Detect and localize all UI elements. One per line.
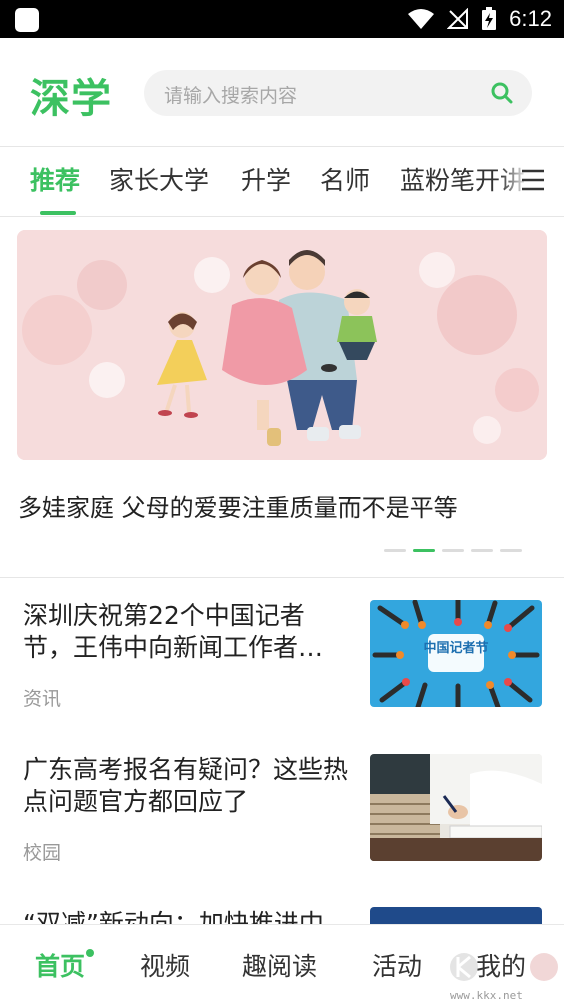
news-category: 资讯 (23, 688, 62, 710)
news-item[interactable]: 广东高考报名有疑问？这些热点问题官方都回应了 校园 (0, 754, 564, 894)
clock: 6:12 (509, 6, 552, 31)
tab-recommend[interactable]: 推荐 (30, 161, 80, 197)
news-item[interactable]: “双减”新动向：加快推进中 (0, 905, 564, 924)
journalist-day-image: 中国记者节 (370, 600, 542, 707)
app-logo: 深学 (30, 76, 112, 122)
app-header: 深学 请输入搜索内容 (0, 38, 564, 146)
search-icon[interactable] (490, 81, 514, 105)
carousel-dot-active (413, 549, 435, 552)
news-title[interactable]: 深圳庆祝第22个中国记者节，王伟中向新闻工作者… (23, 600, 348, 664)
banner-image[interactable] (17, 230, 547, 460)
thumb-caption: 中国记者节 (423, 640, 488, 656)
status-icons: 6:12 (407, 0, 552, 38)
carousel-dot (471, 549, 493, 552)
nav-video[interactable]: 视频 (140, 947, 190, 983)
nav-activities[interactable]: 活动 (372, 947, 422, 983)
carousel-indicator (384, 549, 522, 552)
wifi-icon (408, 9, 435, 29)
watermark-url: www.kkx.net (450, 989, 523, 1002)
active-tab-indicator (40, 211, 76, 215)
news-title[interactable]: 广东高考报名有疑问？这些热点问题官方都回应了 (23, 754, 348, 818)
no-signal-icon (447, 8, 469, 29)
student-writing-image (370, 754, 542, 861)
carousel-dot (500, 549, 522, 552)
search-bar[interactable]: 请输入搜索内容 (144, 70, 532, 116)
status-bar: 6:12 (0, 0, 564, 38)
news-title[interactable]: “双减”新动向：加快推进中 (23, 908, 348, 924)
notification-dot (86, 949, 94, 957)
news-thumbnail[interactable]: 中国记者节 (370, 600, 542, 707)
nav-home[interactable]: 首页 (35, 947, 85, 983)
carousel-dot (384, 549, 406, 552)
carousel-dot (442, 549, 464, 552)
category-tabs: 推荐 家长大学 升学 名师 蓝粉笔开讲 (0, 147, 564, 217)
tabs-divider (0, 216, 564, 217)
menu-icon[interactable] (520, 167, 546, 193)
battery-charging-icon (482, 7, 497, 30)
bottom-navigation: 首页 视频 趣阅读 活动 我的 www.kkx.net (0, 924, 564, 1002)
news-thumbnail[interactable] (370, 907, 542, 924)
tab-famous-teacher[interactable]: 名师 (320, 161, 370, 197)
news-item[interactable]: 深圳庆祝第22个中国记者节，王伟中向新闻工作者… 资讯 中国记者节 (0, 600, 564, 740)
news-category: 校园 (23, 842, 62, 864)
family-illustration (17, 230, 547, 460)
search-input[interactable]: 请输入搜索内容 (164, 81, 297, 108)
banner-title[interactable]: 多娃家庭 父母的爱要注重质量而不是平等 (18, 488, 458, 523)
app-notification-icon (15, 8, 39, 32)
nav-fun-reading[interactable]: 趣阅读 (242, 947, 317, 983)
tab-admission[interactable]: 升学 (241, 161, 291, 197)
news-thumbnail[interactable] (370, 754, 542, 861)
banner-divider (0, 577, 564, 578)
tab-parent-university[interactable]: 家长大学 (109, 161, 209, 197)
